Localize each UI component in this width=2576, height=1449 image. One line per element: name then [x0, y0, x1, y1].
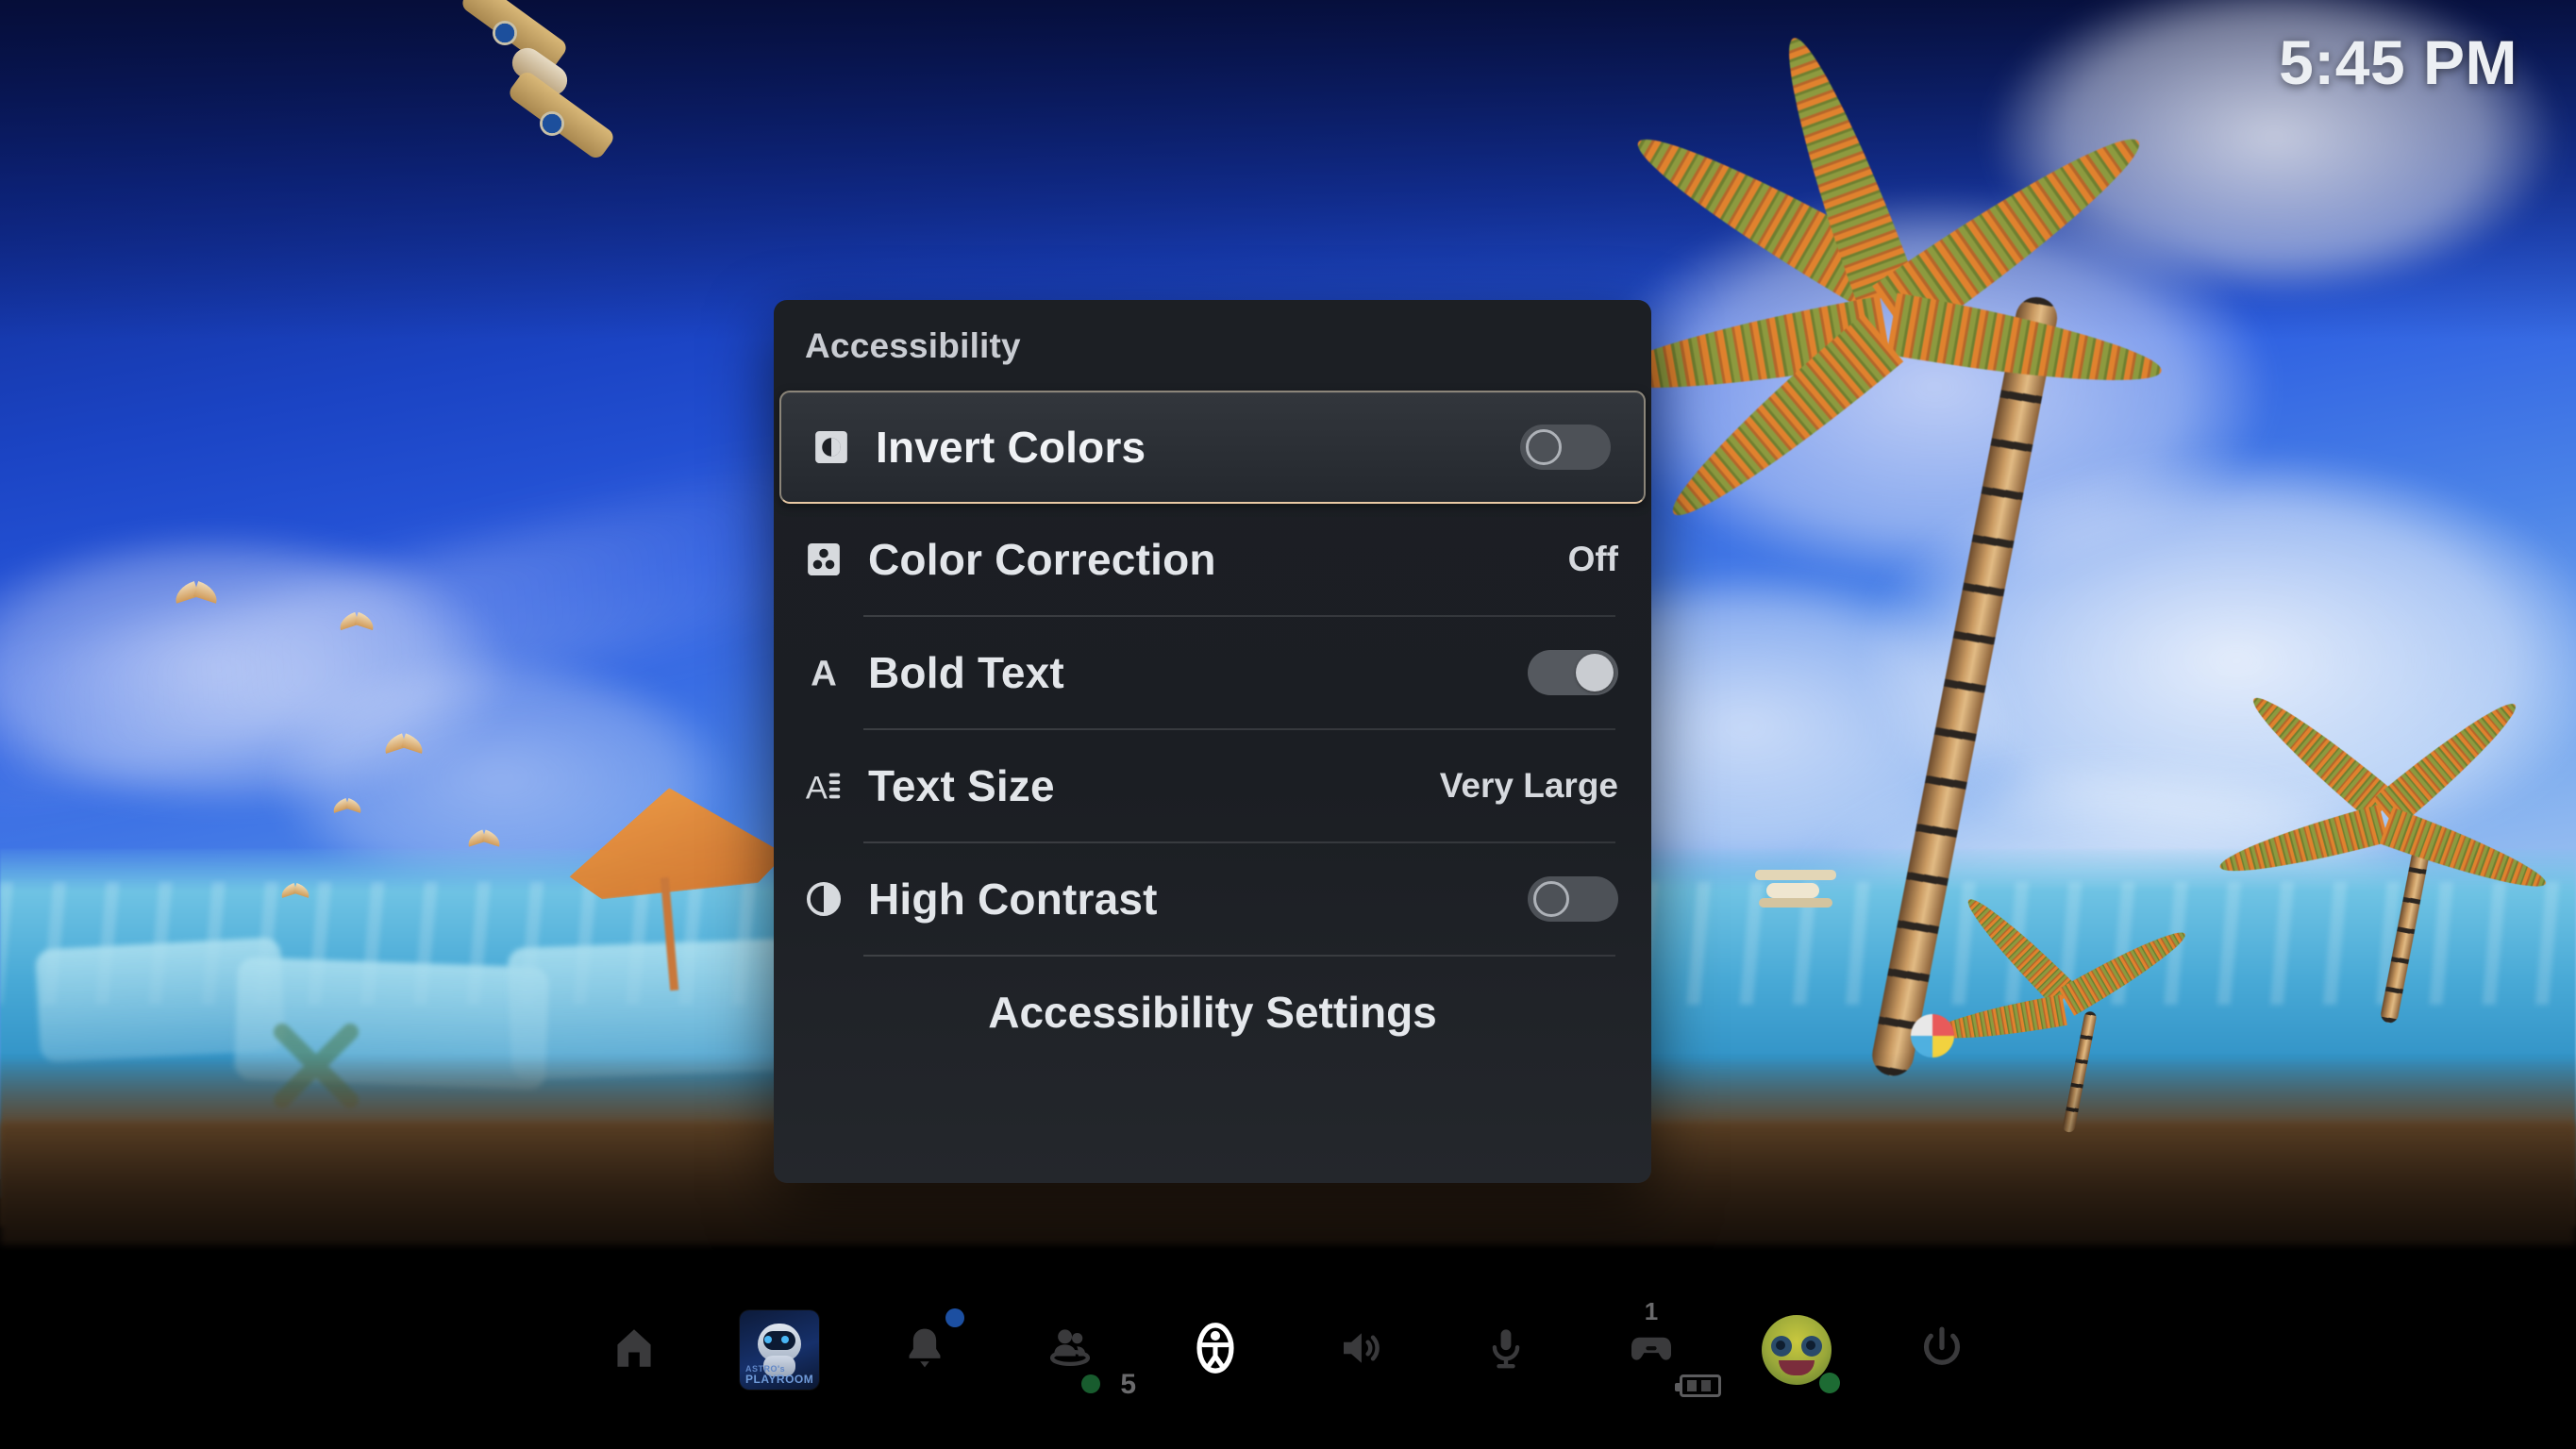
- notification-badge: [945, 1308, 964, 1327]
- control-item-notifications[interactable]: [879, 1305, 970, 1395]
- controller-battery-icon: [1675, 1374, 1721, 1397]
- profile-online-badge: [1819, 1373, 1840, 1393]
- control-center-strip: ASTRO's PLAYROOM 5 1: [0, 1251, 2576, 1449]
- biplane: [453, 0, 617, 170]
- power-icon: [1917, 1324, 1966, 1377]
- biplane-roundel: [493, 21, 517, 45]
- avatar-icon: [1762, 1315, 1832, 1385]
- control-item-game-card[interactable]: ASTRO's PLAYROOM: [734, 1305, 825, 1395]
- text-size-value: Very Large: [1439, 766, 1618, 805]
- ps5-control-center-screen: 5:45 PM Accessibility Invert Colors Colo…: [0, 0, 2576, 1449]
- home-icon: [609, 1323, 660, 1378]
- biplane-wing: [1759, 898, 1832, 908]
- avatar-eye: [1771, 1336, 1792, 1357]
- menu-item-label: Color Correction: [868, 535, 1216, 584]
- battery-cell: [1687, 1380, 1697, 1391]
- menu-item-label: Text Size: [868, 761, 1055, 810]
- palm-tree: [2215, 684, 2552, 1024]
- bird: [332, 800, 362, 814]
- menu-item-label: High Contrast: [868, 874, 1158, 924]
- toggle-knob: [1576, 654, 1614, 691]
- invert-colors-icon: [810, 425, 876, 469]
- microphone-icon: [1482, 1324, 1530, 1376]
- astro-eye: [781, 1336, 789, 1343]
- biplane-roundel: [540, 111, 564, 136]
- toggle-knob: [1533, 881, 1569, 917]
- avatar-eye: [1801, 1336, 1822, 1357]
- menu-item-text-size[interactable]: A Text Size Very Large: [774, 730, 1651, 841]
- game-card-icon: ASTRO's PLAYROOM: [740, 1310, 819, 1390]
- color-correction-value: Off: [1567, 540, 1618, 578]
- menu-item-high-contrast[interactable]: High Contrast: [774, 843, 1651, 955]
- accessibility-settings-label: Accessibility Settings: [988, 988, 1437, 1037]
- beach-ball: [1911, 1014, 1954, 1058]
- accessibility-settings-button[interactable]: Accessibility Settings: [774, 957, 1651, 1068]
- control-item-power[interactable]: [1897, 1305, 1987, 1395]
- control-item-profile[interactable]: [1751, 1305, 1842, 1395]
- palm-trunk: [2379, 837, 2433, 1024]
- battery-cell: [1701, 1380, 1711, 1391]
- speaker-icon: [1335, 1323, 1386, 1378]
- bird: [383, 737, 425, 757]
- menu-item-label: Bold Text: [868, 648, 1064, 697]
- game-card-title: ASTRO's PLAYROOM: [745, 1365, 814, 1386]
- menu-item-color-correction[interactable]: Color Correction Off: [774, 504, 1651, 615]
- svg-text:A: A: [806, 770, 828, 806]
- accessibility-panel: Accessibility Invert Colors Color Correc…: [774, 300, 1651, 1183]
- menu-item-label: Invert Colors: [876, 423, 1146, 472]
- bird: [280, 885, 310, 899]
- biplane-wing: [1755, 870, 1836, 880]
- control-item-home[interactable]: [589, 1305, 679, 1395]
- palm-tree: [1597, 27, 2167, 1080]
- menu-item-invert-colors[interactable]: Invert Colors: [779, 391, 1646, 504]
- bird: [174, 584, 219, 606]
- bold-text-icon: A: [802, 651, 868, 694]
- invert-colors-toggle[interactable]: [1520, 425, 1611, 470]
- high-contrast-icon: [802, 877, 868, 921]
- bird: [338, 615, 375, 633]
- high-contrast-toggle[interactable]: [1528, 876, 1618, 922]
- text-size-icon: A: [802, 764, 868, 808]
- color-correction-icon: [802, 538, 868, 581]
- friends-count: 5: [1120, 1369, 1136, 1400]
- control-item-friends[interactable]: 5: [1025, 1305, 1136, 1400]
- toggle-knob: [1526, 429, 1562, 465]
- bold-text-toggle[interactable]: [1528, 650, 1618, 695]
- svg-text:A: A: [811, 653, 837, 693]
- avatar-mouth: [1779, 1360, 1815, 1375]
- control-item-controller[interactable]: 1: [1606, 1297, 1721, 1397]
- menu-item-bold-text[interactable]: A Bold Text: [774, 617, 1651, 728]
- bird: [467, 832, 502, 849]
- clock: 5:45 PM: [2279, 27, 2517, 97]
- biplane-body: [1766, 883, 1819, 898]
- bell-icon: [900, 1324, 949, 1377]
- control-item-accessibility[interactable]: [1170, 1305, 1261, 1395]
- friends-icon: [1045, 1323, 1096, 1378]
- controller-number: 1: [1644, 1297, 1659, 1325]
- panel-title: Accessibility: [805, 326, 1021, 365]
- controller-icon: [1625, 1322, 1678, 1379]
- control-item-microphone[interactable]: [1461, 1305, 1551, 1395]
- biplane: [1746, 858, 1849, 924]
- accessibility-icon: [1188, 1321, 1243, 1380]
- friends-online-badge: [1081, 1374, 1100, 1393]
- game-card-title-line2: PLAYROOM: [745, 1373, 814, 1386]
- control-item-sound[interactable]: [1315, 1305, 1406, 1395]
- accessibility-options-list: Invert Colors Color Correction Off A Bol…: [774, 391, 1651, 1068]
- astro-eye: [764, 1336, 772, 1343]
